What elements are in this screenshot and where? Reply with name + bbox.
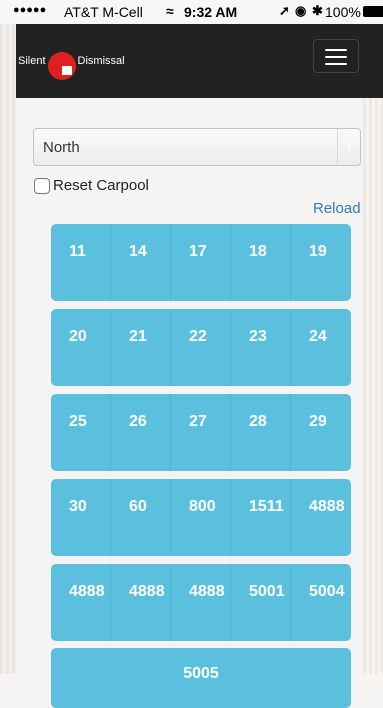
carpool-number-button[interactable]: 17 (171, 224, 231, 301)
status-bar: ●●●●● AT&T M-Cell ≈ 9:32 AM ➚ ◉ ✱ 100% (0, 0, 383, 24)
wifi-icon: ≈ (166, 3, 174, 19)
carpool-number-button[interactable]: 4888 (111, 564, 171, 641)
carpool-number-button[interactable]: 4888 (171, 564, 231, 641)
right-border-texture (363, 0, 383, 674)
battery-percent: 100% (325, 4, 361, 20)
carpool-number-button[interactable]: 29 (291, 394, 351, 471)
reset-carpool-checkbox[interactable] (34, 177, 50, 194)
carpool-number-button[interactable]: 800 (171, 479, 231, 556)
menu-bar-icon (325, 56, 347, 58)
hamburger-menu-button[interactable] (313, 39, 359, 73)
carpool-button-group: 4888 4888 4888 5001 5004 (51, 564, 351, 641)
carpool-number-button[interactable]: 4888 (291, 479, 351, 556)
carpool-button-group: 20 21 22 23 24 (51, 309, 351, 386)
carpool-number-button[interactable]: 25 (51, 394, 111, 471)
carpool-number-button[interactable]: 24 (291, 309, 351, 386)
carrier-name: AT&T M-Cell (64, 4, 143, 20)
carpool-number-button[interactable]: 5001 (231, 564, 291, 641)
carpool-number-button[interactable]: 18 (231, 224, 291, 301)
bluetooth-icon: ✱ (312, 3, 323, 18)
carpool-number-button[interactable]: 30 (51, 479, 111, 556)
zone-select-value: North (43, 138, 80, 156)
carpool-number-button[interactable]: 11 (51, 224, 111, 301)
carpool-number-button[interactable]: 20 (51, 309, 111, 386)
signal-strength-icon: ●●●●● (13, 4, 47, 16)
carpool-number-button[interactable]: 21 (111, 309, 171, 386)
carpool-number-button[interactable]: 27 (171, 394, 231, 471)
carpool-button-group: 30 60 800 1511 4888 (51, 479, 351, 556)
carpool-number-button[interactable]: 23 (231, 309, 291, 386)
carpool-number-button[interactable]: 4888 (51, 564, 111, 641)
reset-carpool-control[interactable]: Reset Carpool (34, 177, 149, 194)
carpool-number-button[interactable]: 28 (231, 394, 291, 471)
carpool-number-button[interactable]: 14 (111, 224, 171, 301)
carpool-button-group: 25 26 27 28 29 (51, 394, 351, 471)
carpool-number-button[interactable]: 19 (291, 224, 351, 301)
carpool-number-button[interactable]: 26 (111, 394, 171, 471)
reload-link[interactable]: Reload (313, 200, 361, 217)
logo-icon (47, 52, 76, 80)
carpool-number-button[interactable]: 22 (171, 309, 231, 386)
carpool-number-button[interactable]: 5004 (291, 564, 351, 641)
menu-bar-icon (325, 63, 347, 65)
carpool-button-group: 11 14 17 18 19 (51, 224, 351, 301)
left-border-texture (0, 0, 16, 674)
brand-text-dismissal: Dismissal (77, 55, 125, 67)
carpool-number-button[interactable]: 5005 (51, 648, 351, 708)
carpool-number-button[interactable]: 60 (111, 479, 171, 556)
menu-bar-icon (325, 49, 347, 51)
reset-carpool-label: Reset Carpool (53, 177, 149, 194)
zone-select[interactable]: North ▼ (33, 128, 361, 166)
location-icon: ➚ (279, 3, 290, 18)
brand-text-silent: Silent (18, 55, 46, 67)
chevron-down-icon: ▼ (337, 129, 360, 165)
carpool-number-button[interactable]: 1511 (231, 479, 291, 556)
navbar: Silent Dismissal (16, 24, 383, 98)
clock: 9:32 AM (184, 4, 238, 20)
brand-logo-link[interactable]: Silent Dismissal (16, 50, 125, 80)
alarm-icon: ◉ (295, 3, 307, 18)
battery-icon (363, 6, 383, 17)
